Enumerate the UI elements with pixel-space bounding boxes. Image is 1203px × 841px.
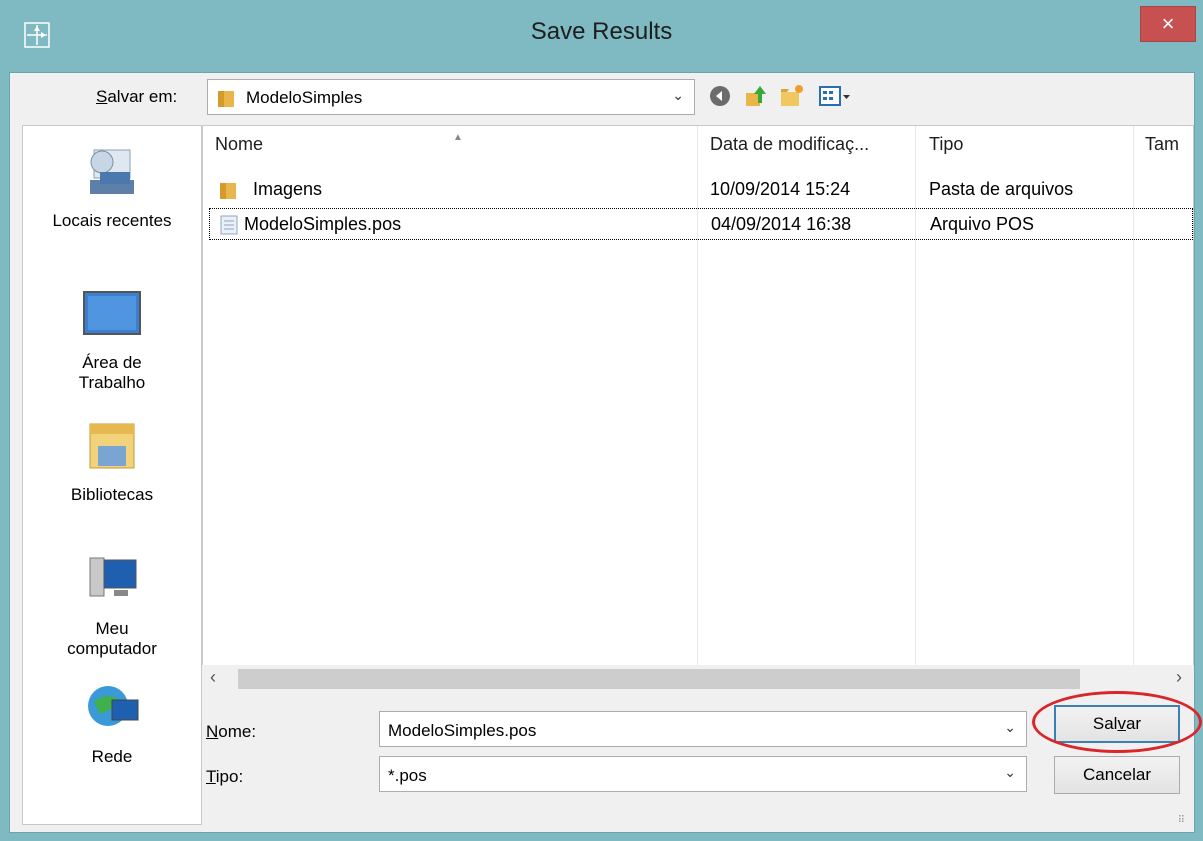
place-network[interactable]: Rede (23, 680, 201, 767)
place-recent[interactable]: Locais recentes (23, 144, 201, 231)
cancel-button[interactable]: Cancelar (1054, 756, 1180, 794)
close-button[interactable]: × (1140, 6, 1196, 42)
save-in-label: Salvar em: (96, 87, 178, 106)
file-date: 10/09/2014 15:24 (710, 179, 851, 199)
window-title: Save Results (530, 18, 673, 45)
table-row[interactable]: ModeloSimples.pos 04/09/2014 16:38 Arqui… (209, 208, 1193, 240)
chevron-down-icon[interactable]: ⌄ (1004, 764, 1016, 781)
resize-grip-icon[interactable]: ⠿ (1178, 815, 1186, 826)
recent-places-icon (90, 149, 134, 194)
name-label: Nome: (206, 722, 257, 741)
network-icon (88, 686, 139, 726)
dialog-body: Salvar em: ModeloSimples ⌄ Locais recent… (9, 72, 1202, 833)
title-bar[interactable]: Save Results × (0, 0, 1203, 72)
save-in-combo[interactable]: ModeloSimples ⌄ (207, 79, 695, 115)
file-name: ModeloSimples.pos (244, 214, 402, 234)
scrollbar-thumb[interactable] (238, 669, 1080, 689)
column-header-date[interactable]: Data de modificaç... (710, 134, 869, 168)
libraries-icon (89, 423, 135, 469)
file-type-select[interactable]: *.pos ⌄ (379, 756, 1027, 792)
desktop-icon (83, 291, 141, 335)
file-icon (220, 215, 238, 235)
place-libraries[interactable]: Bibliotecas (23, 418, 201, 505)
chevron-down-icon[interactable]: ⌄ (672, 87, 684, 104)
chevron-down-icon[interactable]: ⌄ (1004, 719, 1016, 736)
folder-icon (218, 91, 234, 107)
file-list[interactable]: ▲ Nome Data de modificaç... Tipo Tam Ima… (202, 125, 1194, 693)
place-label: Bibliotecas (70, 485, 154, 504)
type-label: Tipo: (206, 767, 244, 786)
column-header-name[interactable]: Nome (215, 134, 263, 168)
column-header-type[interactable]: Tipo (929, 134, 963, 168)
file-type-value: *.pos (388, 766, 427, 785)
sort-ascending-icon: ▲ (453, 132, 463, 143)
table-row[interactable]: Imagens 10/09/2014 15:24 Pasta de arquiv… (209, 174, 1193, 206)
folder-icon (220, 183, 236, 199)
save-in-value: ModeloSimples (246, 88, 363, 107)
file-name: Imagens (253, 179, 323, 199)
place-computer[interactable]: Meu computador (23, 552, 201, 659)
file-name-value: ModeloSimples.pos (388, 721, 537, 740)
file-type: Pasta de arquivos (929, 179, 1074, 199)
computer-icon (89, 557, 137, 597)
place-label: Área de Trabalho (78, 353, 146, 392)
new-folder-icon[interactable] (779, 83, 805, 109)
horizontal-scrollbar[interactable]: ‹ › (202, 665, 1194, 693)
scroll-right-icon[interactable]: › (1176, 667, 1182, 688)
places-bar: Locais recentes Área de Trabalho Bibliot… (22, 125, 202, 825)
place-label: Rede (91, 747, 133, 766)
place-desktop[interactable]: Área de Trabalho (23, 286, 201, 393)
back-icon[interactable] (707, 83, 733, 109)
up-folder-icon[interactable] (743, 83, 769, 109)
dialog-window: Save Results × Salvar em: ModeloSimples … (0, 0, 1203, 841)
file-name-input[interactable]: ModeloSimples.pos ⌄ (379, 711, 1027, 747)
place-label: Locais recentes (52, 211, 172, 230)
scroll-left-icon[interactable]: ‹ (210, 667, 216, 688)
place-label: Meu computador (67, 619, 157, 658)
view-menu-icon[interactable] (818, 83, 852, 109)
file-type: Arquivo POS (930, 214, 1035, 234)
highlight-annotation (1032, 691, 1202, 753)
column-header-size[interactable]: Tam (1145, 134, 1179, 168)
file-date: 04/09/2014 16:38 (711, 214, 852, 234)
